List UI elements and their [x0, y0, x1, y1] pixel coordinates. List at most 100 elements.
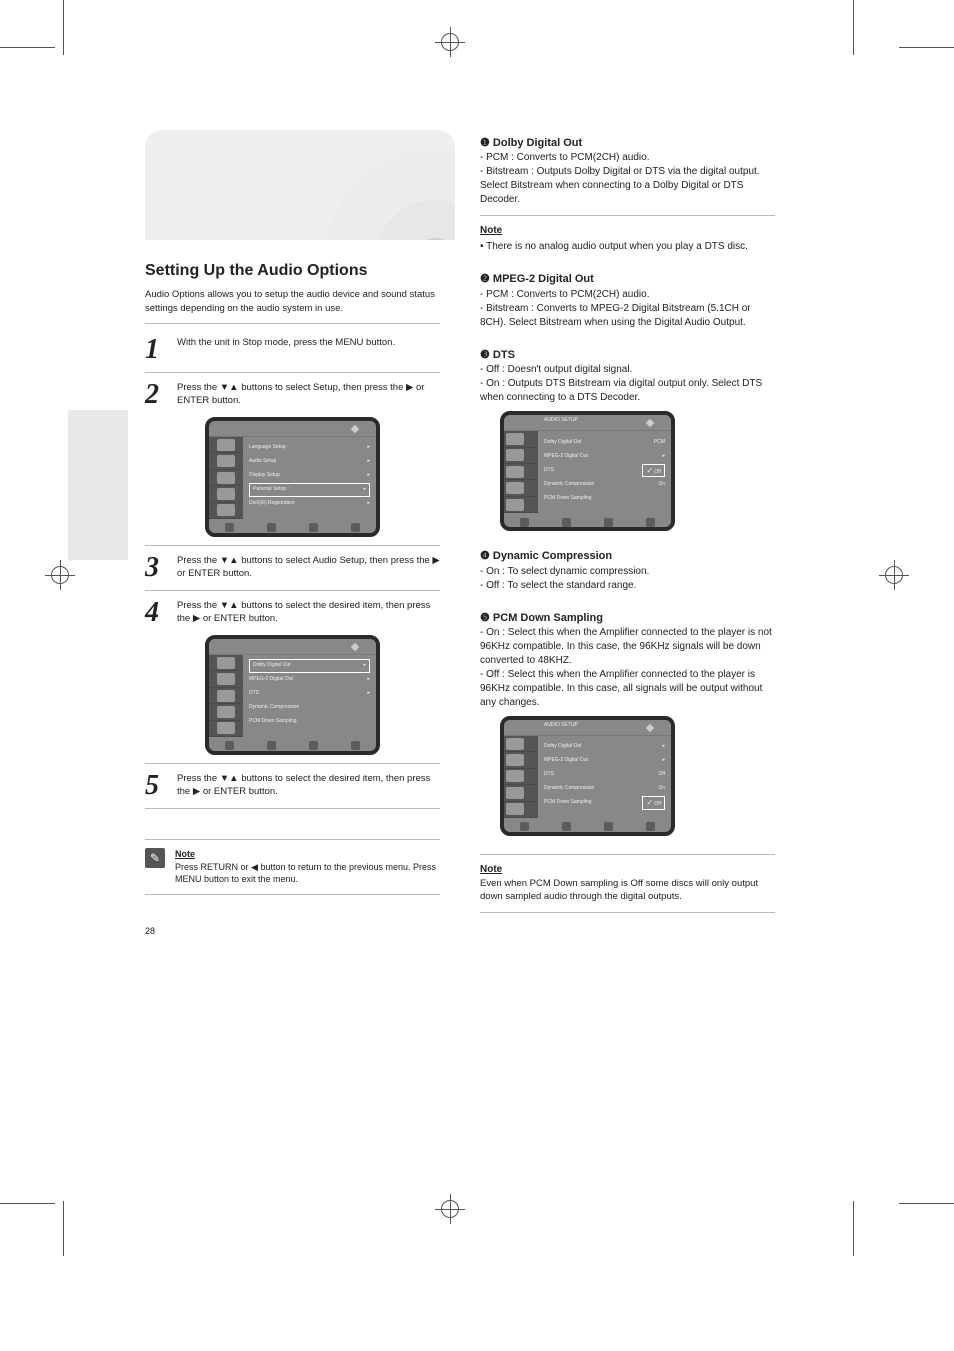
right-column: ❶ Dolby Digital Out - PCM : Converts to …	[480, 130, 775, 937]
option-text: - Bitstream : Converts to MPEG-2 Digital…	[480, 302, 775, 330]
registration-mark	[879, 560, 909, 590]
left-arrow-icon: ◀	[251, 862, 258, 872]
item-dts: ❸ DTS - Off : Doesn't output digital sig…	[480, 348, 775, 531]
osd-screenshot-audio-setup: Dolby Digital Out▸ MPEG-2 Digital Out▸ D…	[205, 635, 380, 755]
osd-value: PCM	[654, 439, 665, 446]
divider	[145, 763, 440, 764]
left-column: Setting Up the Audio Options Audio Optio…	[145, 130, 440, 937]
osd-item: Dolby Digital Out	[544, 439, 582, 446]
step-3: 3 Press the ▼▲ buttons to select Audio S…	[145, 554, 440, 582]
note-label: Note	[480, 224, 775, 238]
step-1: 1 With the unit in Stop mode, press the …	[145, 336, 440, 364]
osd-item: Dolby Digital Out	[253, 662, 291, 669]
crop-mark	[0, 47, 55, 48]
note-label: Note	[175, 848, 440, 861]
osd-item: PCM Down Sampling	[544, 495, 592, 502]
osd-title: AUDIO SETUP	[544, 722, 578, 729]
osd-item: DivX(R) Registration	[249, 500, 295, 507]
registration-mark	[45, 560, 75, 590]
right-arrow-icon: ▶	[406, 382, 413, 393]
crop-mark	[63, 0, 64, 55]
osd-item: DTS	[249, 690, 259, 697]
divider	[145, 839, 440, 840]
option-text: - On : Select this when the Amplifier co…	[480, 626, 775, 668]
osd-sub-option: On	[658, 785, 665, 792]
item-dolby: ❶ Dolby Digital Out - PCM : Converts to …	[480, 136, 775, 254]
print-content: Setting Up the Audio Options Audio Optio…	[145, 130, 775, 937]
check-icon: ✓	[646, 466, 653, 475]
step-text: buttons to select Audio Setup, then pres…	[241, 555, 432, 566]
osd-screenshot-pcm-down: AUDIO SETUP Dolby Digital Out▸	[500, 716, 675, 836]
step-text: or ENTER button.	[177, 568, 252, 579]
step-5: 5 Press the ▼▲ buttons to select the des…	[145, 772, 440, 800]
osd-screenshot-dts: AUDIO SETUP Dolby Digital Out PCM	[500, 411, 675, 531]
step-2: 2 Press the ▼▲ buttons to select Setup, …	[145, 381, 440, 409]
step-number: 2	[145, 381, 167, 409]
osd-item: Language Setup	[249, 444, 286, 451]
crop-mark	[899, 1203, 954, 1204]
divider	[145, 808, 440, 809]
item-pcm-down-sampling: ❺ PCM Down Sampling - On : Select this w…	[480, 611, 775, 836]
note-block: ✎ Note Press RETURN or ◀ button to retur…	[145, 848, 440, 886]
section-title: Setting Up the Audio Options	[145, 260, 440, 282]
option-text: - On : To select dynamic compression.	[480, 565, 775, 579]
note-text: Press RETURN or	[175, 862, 251, 872]
osd-item: Dynamic Compression	[544, 481, 594, 488]
right-arrow-icon: ▶	[193, 613, 200, 624]
divider	[145, 545, 440, 546]
osd-item: Dynamic Compression	[249, 704, 299, 711]
step-text: press the MENU button.	[294, 337, 395, 348]
osd-screenshot-setup-menu: Language Setup▸ Audio Setup▸ Display Set…	[205, 417, 380, 537]
down-up-arrow-icon: ▼▲	[220, 555, 239, 566]
page: Setting Up the Audio Options Audio Optio…	[0, 0, 954, 1351]
item-heading: ❹ Dynamic Compression	[480, 549, 775, 564]
down-up-arrow-icon: ▼▲	[220, 600, 239, 611]
item-heading: ❸ DTS	[480, 348, 775, 363]
option-text: - PCM : Converts to PCM(2CH) audio.	[480, 288, 775, 302]
right-arrow-icon: ▶	[193, 786, 200, 797]
step-number: 3	[145, 554, 167, 582]
step-number: 1	[145, 336, 167, 364]
crop-mark	[853, 0, 854, 55]
option-text: - Off : Doesn't output digital signal.	[480, 363, 775, 377]
section-intro: Audio Options allows you to setup the au…	[145, 288, 440, 315]
osd-item: DTS	[544, 467, 554, 474]
option-text: - PCM : Converts to PCM(2CH) audio.	[480, 151, 775, 165]
divider	[480, 912, 775, 913]
osd-item: Parental Setup :	[253, 486, 289, 493]
osd-item: PCM Down Sampling	[249, 718, 297, 725]
step-text: Press the	[177, 600, 220, 611]
registration-mark	[435, 27, 465, 57]
disc-banner	[145, 130, 455, 240]
step-text: Press the	[177, 382, 220, 393]
note-text: Even when PCM Down sampling is Off some …	[480, 877, 775, 904]
disc-illustration	[325, 150, 455, 240]
step-number: 4	[145, 599, 167, 627]
crop-mark	[63, 1201, 64, 1256]
step-4: 4 Press the ▼▲ buttons to select the des…	[145, 599, 440, 627]
option-text: - Off : To select the standard range.	[480, 579, 775, 593]
osd-item: Dynamic Compression	[544, 785, 594, 792]
item-heading: ❷ MPEG-2 Digital Out	[480, 272, 775, 287]
step-text: or ENTER button.	[203, 613, 278, 624]
registration-mark	[435, 1194, 465, 1224]
divider	[480, 215, 775, 216]
item-dynamic-compression: ❹ Dynamic Compression - On : To select d…	[480, 549, 775, 592]
step-text: Press the	[177, 555, 220, 566]
item-heading: ❶ Dolby Digital Out	[480, 136, 775, 151]
note-text: • There is no analog audio output when y…	[480, 240, 775, 254]
option-text: - Bitstream : Outputs Dolby Digital or D…	[480, 165, 775, 207]
option-text: - Off : Select this when the Amplifier c…	[480, 668, 775, 710]
step-number: 5	[145, 772, 167, 800]
divider	[480, 854, 775, 855]
osd-value: Off	[658, 771, 665, 778]
osd-title: AUDIO SETUP	[544, 417, 578, 424]
osd-item: PCM Down Sampling	[544, 799, 592, 806]
item-heading: ❺ PCM Down Sampling	[480, 611, 775, 626]
osd-item: MPEG-2 Digital Out	[544, 757, 588, 764]
option-text: - On : Outputs DTS Bitstream via digital…	[480, 377, 775, 405]
crop-mark	[899, 47, 954, 48]
step-text: Press the	[177, 773, 220, 784]
right-arrow-icon: ▶	[432, 555, 439, 566]
divider	[145, 372, 440, 373]
